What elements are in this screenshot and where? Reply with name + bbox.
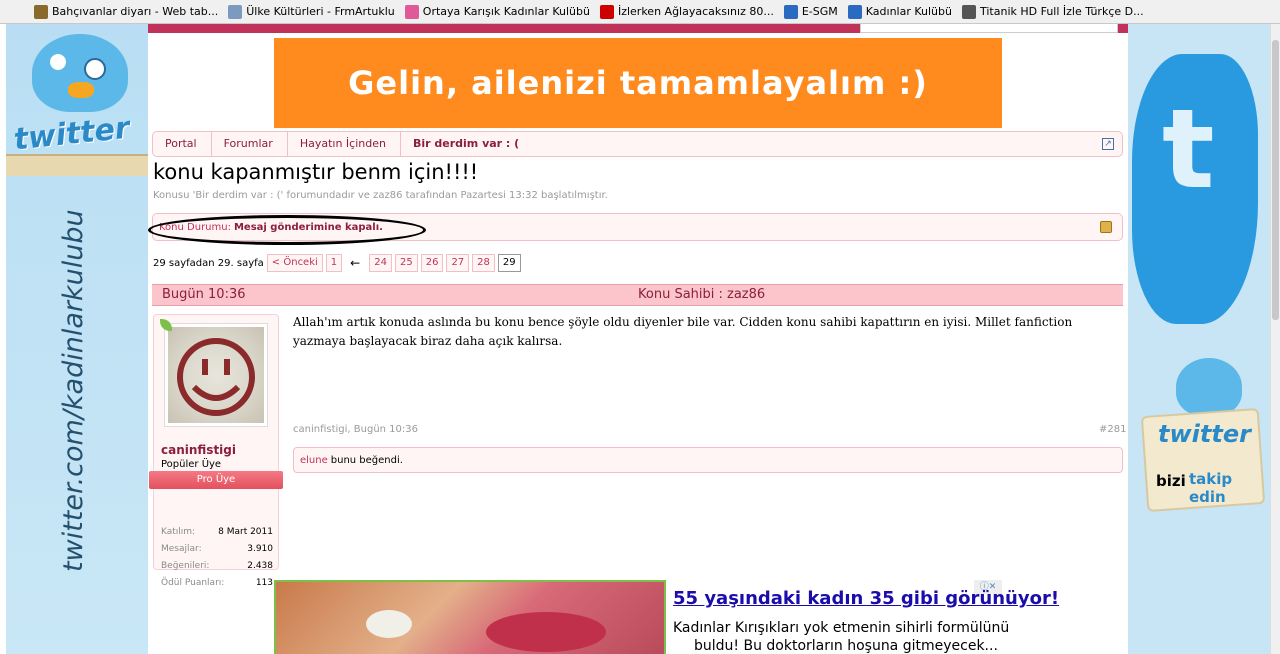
stat-label: Ödül Puanları:: [161, 578, 225, 588]
post-header: Bugün 10:36 Konu Sahibi : zaz86: [152, 284, 1123, 306]
bookmark-favicon-icon: [599, 4, 614, 19]
pagination: 29 sayfadan 29. sayfa < Önceki 1 ← 24 25…: [153, 253, 521, 273]
page-link[interactable]: 25: [394, 254, 418, 272]
stat-value: 2.438: [247, 561, 273, 571]
bird-eye-icon: [84, 58, 106, 80]
stat-value: 8 Mart 2011: [218, 527, 273, 537]
bookmark-item[interactable]: Ortaya Karışık Kadınlar Kulübü: [404, 4, 590, 19]
twitter-bird-icon: [32, 34, 128, 112]
author-sidebar: caninfistigi Popüler Üye Pro Üye Katılım…: [149, 314, 283, 588]
bird-beak-icon: [68, 82, 94, 98]
forum-page: Gelin, ailenizi tamamlayalım :) Portal F…: [148, 24, 1128, 654]
page-link[interactable]: 24: [369, 254, 392, 272]
left-twitter-promo[interactable]: twitter twitter.com/kadinlarkulubu: [6, 24, 148, 654]
ad-lips-shape: [486, 612, 606, 652]
search-input[interactable]: [860, 24, 1118, 33]
hand-drawn-oval: [148, 215, 426, 245]
bookmark-item[interactable]: Bahçıvanlar diyarı - Web tab...: [34, 4, 219, 19]
author-title: Popüler Üye: [161, 459, 222, 470]
page-link[interactable]: 27: [446, 254, 470, 272]
bookmark-item[interactable]: Titanik HD Full İzle Türkçe D...: [961, 4, 1144, 19]
author-name[interactable]: caninfistigi: [161, 443, 236, 457]
author-stat: Katılım: 8 Mart 2011: [161, 527, 273, 537]
page-summary: 29 sayfadan 29. sayfa: [153, 257, 264, 269]
ad-text[interactable]: Kadınlar Kırışıkları yok etmenin sihirli…: [673, 620, 1009, 636]
jump-to-icon[interactable]: ↗: [1102, 138, 1114, 150]
twitter-url-text: twitter.com/kadinlarkulubu: [58, 209, 89, 572]
follow-text: takip edin: [1189, 470, 1233, 506]
online-status-icon: [160, 319, 172, 331]
post-meta[interactable]: caninfistigi, Bugün 10:36: [293, 424, 418, 435]
twitter-bird-icon: [1176, 358, 1242, 416]
likes-bar: elune bunu beğendi.: [293, 447, 1123, 473]
avatar-image: [168, 327, 264, 423]
current-page: 29: [497, 254, 521, 272]
author-stat: Beğenileri: 2.438: [161, 561, 273, 571]
breadcrumb: Portal Forumlar Hayatın İçinden Bir derd…: [152, 131, 1123, 157]
bookmark-label: E-SGM: [801, 5, 838, 18]
bookmark-item[interactable]: Ülke Kültürleri - FrmArtuklu: [228, 4, 395, 19]
breadcrumb-category[interactable]: Hayatın İçinden: [288, 132, 401, 156]
scrollbar-thumb[interactable]: [1272, 40, 1279, 320]
post-date: Bugün 10:36: [162, 287, 246, 302]
bookmark-label: Ülke Kültürleri - FrmArtuklu: [246, 5, 395, 18]
stat-label: Beğenileri:: [161, 561, 210, 571]
lock-icon: [1100, 221, 1112, 233]
ad-image[interactable]: [274, 580, 666, 654]
post-permalink[interactable]: #281: [1099, 424, 1126, 435]
bookmark-item[interactable]: E-SGM: [783, 4, 838, 19]
thread-title: konu kapanmıştır benm için!!!!: [153, 160, 479, 184]
breadcrumb-forums[interactable]: Forumlar: [212, 132, 288, 156]
bookmarks-bar: Bahçıvanlar diyarı - Web tab... Ülke Kült…: [0, 0, 1280, 24]
breadcrumb-forum[interactable]: Bir derdim var : (: [401, 132, 533, 156]
bookmark-label: Bahçıvanlar diyarı - Web tab...: [52, 5, 219, 18]
right-twitter-promo[interactable]: t twitter bizi takip edin: [1128, 24, 1270, 654]
bird-eye-icon: [50, 54, 66, 70]
bookmark-favicon-icon: [404, 4, 419, 19]
author-stat: Mesajlar: 3.910: [161, 544, 273, 554]
stat-value: 3.910: [247, 544, 273, 554]
page-link[interactable]: 28: [472, 254, 495, 272]
bookmark-favicon-icon: [961, 4, 976, 19]
avatar[interactable]: [164, 323, 268, 427]
stat-value: 113: [255, 578, 273, 588]
follow-text: bizi: [1156, 472, 1186, 490]
twitter-t-icon: t: [1162, 85, 1215, 213]
thread-description: Konusu 'Bir derdim var : (' forumundadır…: [153, 190, 608, 201]
bookmark-favicon-icon: [34, 4, 48, 19]
author-stat: Ödül Puanları: 113: [161, 578, 273, 588]
page-jump-arrow[interactable]: ←: [350, 256, 360, 270]
breadcrumb-portal[interactable]: Portal: [153, 132, 212, 156]
bookmark-favicon-icon: [847, 4, 862, 19]
bookmark-label: İzlerken Ağlayacaksınız 80...: [617, 5, 774, 18]
bookmark-label: Ortaya Karışık Kadınlar Kulübü: [422, 5, 590, 18]
author-rank-badge: Pro Üye: [149, 471, 283, 489]
likes-text: bunu beğendi.: [330, 454, 403, 466]
bookmark-favicon-icon: [783, 4, 798, 19]
post-body: Allah'ım artık konuda aslında bu konu be…: [293, 315, 1073, 348]
prev-page-button[interactable]: < Önceki: [266, 254, 323, 272]
promo-banner[interactable]: Gelin, ailenizi tamamlayalım :): [274, 38, 1002, 128]
ad-headline-link[interactable]: 55 yaşındaki kadın 35 gibi görünüyor!: [673, 588, 1059, 609]
bookmark-item[interactable]: Kadınlar Kulübü: [847, 4, 952, 19]
ad-spoon-shape: [366, 610, 412, 638]
page-link[interactable]: 1: [325, 254, 343, 272]
page-link[interactable]: 26: [420, 254, 444, 272]
ad-text[interactable]: buldu! Bu doktorların hoşuna gitmeyecek.…: [694, 638, 998, 654]
bookmark-favicon-icon: [228, 4, 243, 19]
stat-label: Katılım:: [161, 527, 196, 537]
likes-user-link[interactable]: elune: [300, 455, 328, 466]
stat-label: Mesajlar:: [161, 544, 202, 554]
bookmark-label: Kadınlar Kulübü: [865, 5, 952, 18]
twitter-logo-text: twitter: [1158, 420, 1251, 448]
thread-owner-label: Konu Sahibi : zaz86: [638, 287, 766, 302]
bookmark-label: Titanik HD Full İzle Türkçe D...: [979, 5, 1144, 18]
bookmark-item[interactable]: İzlerken Ağlayacaksınız 80...: [599, 4, 774, 19]
